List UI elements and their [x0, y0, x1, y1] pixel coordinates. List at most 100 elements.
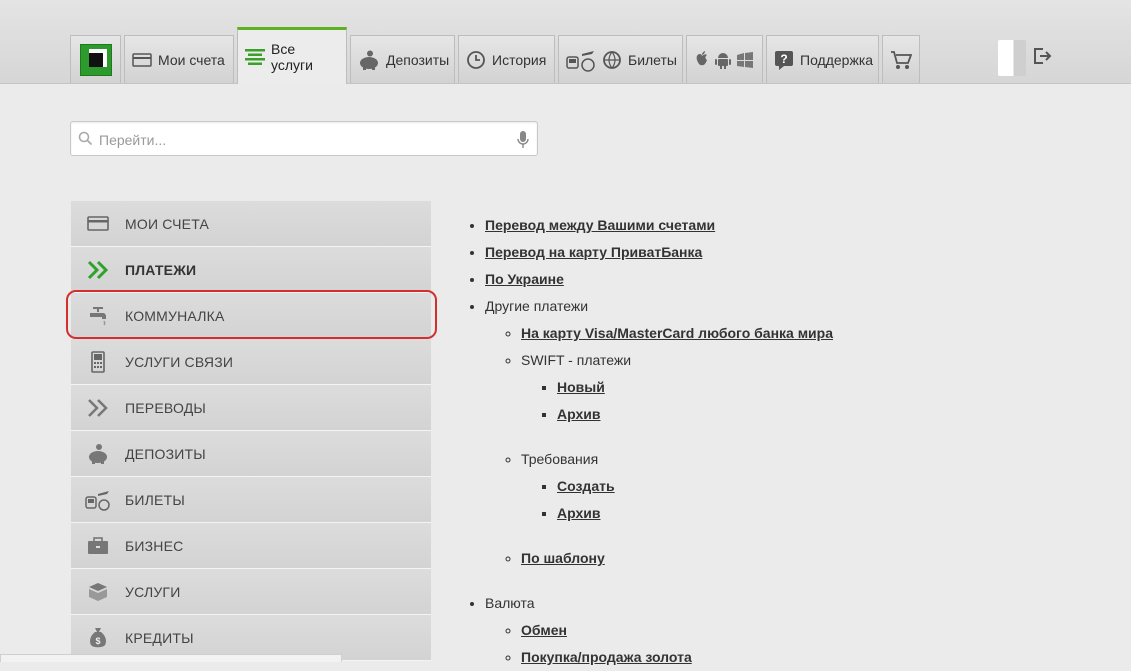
windows-icon — [736, 51, 754, 68]
svg-text:?: ? — [780, 52, 787, 66]
list-icon — [245, 48, 265, 66]
list-item: Архив — [557, 500, 1116, 527]
link-transfer-own-accounts[interactable]: Перевод между Вашими счетами — [485, 217, 715, 233]
list-item: Другие платежи На карту Visa/MasterCard … — [485, 293, 1116, 590]
sidebar-item-my-accounts[interactable]: МОИ СЧЕТА — [71, 201, 431, 247]
sidebar-item-label: КОММУНАЛКА — [125, 307, 225, 324]
list-item: Архив — [557, 401, 1116, 428]
double-chevron-icon — [71, 398, 125, 418]
tickets-icon — [71, 489, 125, 511]
link-transfer-privatbank-card[interactable]: Перевод на карту ПриватБанка — [485, 244, 702, 260]
microphone-icon[interactable] — [517, 131, 529, 153]
apple-icon — [694, 50, 710, 69]
sidebar-menu: МОИ СЧЕТА ПЛАТЕЖИ КОММУНАЛКА УСЛУГИ СВЯЗ… — [71, 201, 431, 661]
tab-label: Билеты — [628, 51, 677, 68]
currency-list: Обмен Покупка/продажа золота — [485, 617, 1116, 671]
tab-history[interactable]: История — [458, 35, 555, 83]
sidebar-item-payments[interactable]: ПЛАТЕЖИ — [71, 247, 431, 293]
tab-all-services[interactable]: Все услуги — [237, 27, 347, 84]
card-icon — [132, 52, 152, 67]
link-visa-mastercard[interactable]: На карту Visa/MasterCard любого банка ми… — [521, 325, 833, 341]
label-requirements: Требования — [521, 451, 599, 467]
privatbank-logo-tab[interactable] — [70, 35, 121, 83]
piggy-bank-icon — [358, 50, 380, 70]
link-swift-new[interactable]: Новый — [557, 379, 605, 395]
link-gold[interactable]: Покупка/продажа золота — [521, 649, 692, 665]
tab-mobile-apps[interactable] — [686, 35, 763, 83]
other-payments-list: На карту Visa/MasterCard любого банка ми… — [485, 320, 1116, 590]
list-item: Новый — [557, 374, 1116, 401]
train-plane-icon — [566, 48, 596, 72]
link-swift-archive[interactable]: Архив — [557, 406, 600, 422]
shopping-cart-icon — [890, 50, 912, 70]
tab-label: История — [492, 51, 547, 68]
link-requirements-create[interactable]: Создать — [557, 478, 615, 494]
link-ukraine[interactable]: По Украине — [485, 271, 564, 287]
globe-icon — [602, 50, 622, 70]
android-icon — [715, 51, 731, 69]
sidebar-item-label: БИЛЕТЫ — [125, 491, 185, 508]
list-item: Перевод между Вашими счетами — [485, 212, 1116, 239]
list-item: Создать — [557, 473, 1116, 500]
box-icon — [71, 582, 125, 602]
privatbank-logo — [79, 43, 112, 76]
list-item: По шаблону — [521, 545, 1116, 572]
link-by-template[interactable]: По шаблону — [521, 550, 605, 566]
list-item: Требования Создать Архив — [521, 446, 1116, 545]
list-item: SWIFT - платежи Новый Архив — [521, 347, 1116, 446]
sidebar-item-label: ПЛАТЕЖИ — [125, 261, 197, 278]
list-item: Обмен — [521, 617, 1116, 644]
payments-tree: Перевод между Вашими счетами Перевод на … — [466, 212, 1116, 671]
tab-label: Все услуги — [271, 41, 313, 73]
requirements-list: Создать Архив — [521, 473, 1116, 545]
money-bag-icon: $ — [71, 627, 125, 649]
spacer — [521, 572, 1116, 590]
sidebar-item-deposits[interactable]: ДЕПОЗИТЫ — [71, 431, 431, 477]
sidebar-item-tickets[interactable]: БИЛЕТЫ — [71, 477, 431, 523]
spacer — [557, 527, 1116, 545]
faucet-icon — [71, 305, 125, 327]
tab-tickets[interactable]: Билеты — [558, 35, 683, 83]
sidebar-item-label: КРЕДИТЫ — [125, 629, 194, 646]
payments-list: Перевод между Вашими счетами Перевод на … — [466, 212, 1116, 671]
list-item: На карту Visa/MasterCard любого банка ми… — [521, 320, 1116, 347]
sidebar-item-label: ПЕРЕВОДЫ — [125, 399, 207, 416]
sidebar-item-label: УСЛУГИ СВЯЗИ — [125, 353, 234, 370]
tab-cart[interactable] — [882, 35, 920, 83]
list-item: Валюта Обмен Покупка/продажа золота — [485, 590, 1116, 671]
link-requirements-archive[interactable]: Архив — [557, 505, 600, 521]
tab-label: Поддержка — [800, 51, 874, 68]
sidebar-item-telecom[interactable]: УСЛУГИ СВЯЗИ — [71, 339, 431, 385]
avatar[interactable] — [998, 40, 1026, 76]
sidebar-item-label: БИЗНЕС — [125, 537, 184, 554]
sidebar-item-business[interactable]: БИЗНЕС — [71, 523, 431, 569]
spacer — [557, 428, 1116, 446]
piggy-bank-icon — [71, 443, 125, 465]
phone-icon — [71, 350, 125, 373]
list-item: Перевод на карту ПриватБанка — [485, 239, 1116, 266]
tab-deposits[interactable]: Депозиты — [350, 35, 455, 83]
sidebar-item-services[interactable]: УСЛУГИ — [71, 569, 431, 615]
sidebar-item-label: МОИ СЧЕТА — [125, 215, 210, 232]
list-item: Покупка/продажа золота — [521, 644, 1116, 671]
briefcase-icon — [71, 536, 125, 555]
sidebar-item-transfers[interactable]: ПЕРЕВОДЫ — [71, 385, 431, 431]
swift-list: Новый Архив — [521, 374, 1116, 446]
search-input[interactable] — [97, 122, 511, 157]
sidebar-item-utilities[interactable]: КОММУНАЛКА — [71, 293, 431, 339]
sidebar-item-label: УСЛУГИ — [125, 583, 181, 600]
label-swift: SWIFT - платежи — [521, 352, 632, 368]
user-area — [998, 40, 1052, 76]
logout-icon[interactable] — [1032, 47, 1052, 70]
history-icon — [466, 50, 486, 70]
tab-support[interactable]: ? Поддержка — [766, 35, 879, 83]
top-navigation: Мои счета Все услуги Депозиты История Би… — [0, 0, 1131, 84]
list-item: По Украине — [485, 266, 1116, 293]
double-chevron-icon — [71, 260, 125, 280]
label-other-payments: Другие платежи — [485, 298, 589, 314]
link-exchange[interactable]: Обмен — [521, 622, 567, 638]
label-currency: Валюта — [485, 595, 535, 611]
tab-label: Мои счета — [158, 51, 225, 68]
tab-my-accounts[interactable]: Мои счета — [124, 35, 234, 83]
browser-status-bar — [0, 654, 342, 662]
